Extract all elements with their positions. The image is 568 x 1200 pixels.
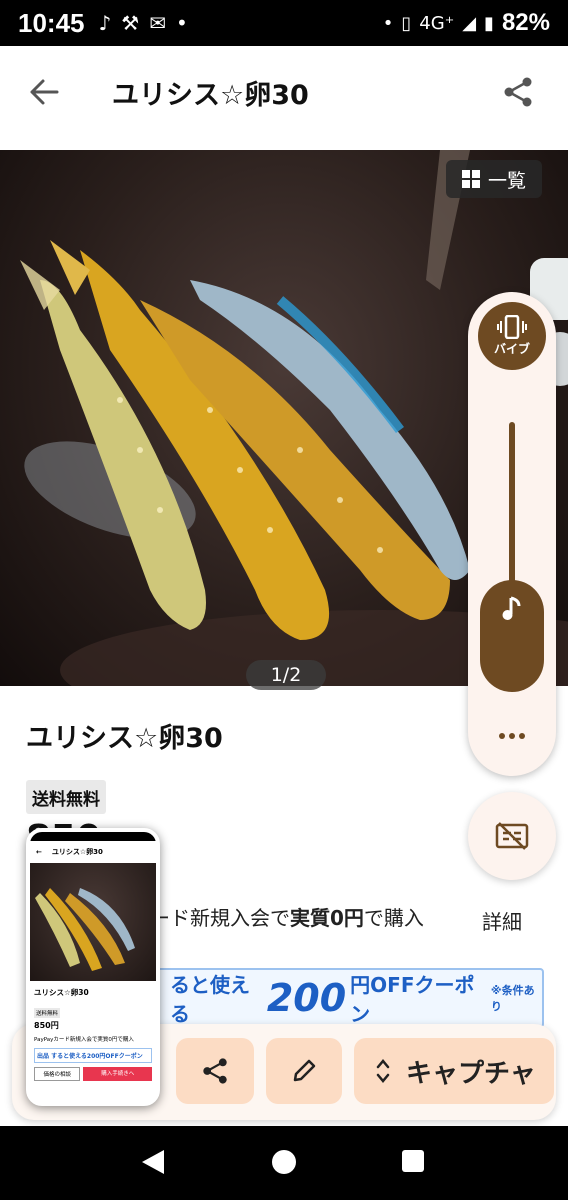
battery-icon: ▮ xyxy=(484,12,494,34)
thumbnail-buy-button: 購入手続きへ xyxy=(83,1067,152,1081)
coupon-amount: 200 xyxy=(266,976,347,1020)
vibrate-icon xyxy=(497,315,527,339)
promo-detail-link[interactable]: 詳細 xyxy=(482,906,522,935)
captions-off-icon xyxy=(495,822,529,850)
music-note-icon xyxy=(502,596,521,620)
back-arrow-icon xyxy=(30,79,59,105)
product-title: ユリシス☆卵30 xyxy=(26,723,223,754)
status-time: 10:45 xyxy=(18,7,85,38)
promo-pre: ード新規入会で xyxy=(150,906,290,930)
thumbnail-fish-photo xyxy=(35,888,135,971)
scroll-capture-label: キャプチャ xyxy=(406,1058,536,1089)
back-button[interactable] xyxy=(14,62,74,122)
grid-icon xyxy=(461,170,480,188)
grid-button-label: 一覧 xyxy=(487,169,526,192)
live-caption-button[interactable] xyxy=(468,792,556,880)
coupon-note: ※条件あり xyxy=(490,984,535,1013)
volume-slider-thumb[interactable] xyxy=(480,580,544,692)
thumbnail-coupon: 出品 すると使える200円OFFクーポン xyxy=(34,1048,152,1063)
vibrate-status-icon: ▯ xyxy=(401,12,412,34)
volume-more-button[interactable] xyxy=(492,726,532,746)
app-bar: ユリシス☆卵30 xyxy=(0,46,568,138)
image-page-indicator: 1/2 xyxy=(246,660,326,690)
thumbnail-app-bar: ← ユリシス☆卵30 xyxy=(30,841,156,863)
tiktok-icon: ♪ xyxy=(98,11,112,35)
thumbnail-status-bar xyxy=(30,832,156,841)
thumbnail-buttons: 価格の相談 購入手続きへ xyxy=(30,1065,156,1083)
dot-icon: • xyxy=(382,12,394,34)
more-dots-icon xyxy=(499,733,525,739)
thumbnail-badge: 送料無料 xyxy=(34,1008,61,1018)
coupon-text-a: ると使える xyxy=(170,973,250,1026)
thumbnail-price: 850円 xyxy=(34,1021,59,1030)
battery-percent: 82% xyxy=(501,9,550,36)
thumbnail-image xyxy=(30,863,156,981)
signal-icon: ◢ xyxy=(462,12,477,34)
screenshot-edit-button[interactable] xyxy=(266,1038,342,1104)
share-button[interactable] xyxy=(490,64,546,120)
ringer-mode-button[interactable]: バイブ xyxy=(478,302,546,370)
system-nav-bar xyxy=(0,1126,568,1200)
pencil-icon xyxy=(293,1059,316,1082)
thumbnail-nav-bar xyxy=(30,1092,156,1102)
share-icon xyxy=(504,77,532,107)
promo-bold: 実質0円 xyxy=(290,906,364,930)
scroll-capture-button[interactable]: キャプチャ xyxy=(354,1038,554,1104)
status-bar: 10:45 ♪ ⚒ ✉ • • ▯ 4G⁺ ◢ ▮ 82% xyxy=(0,0,568,46)
volume-slider-track[interactable] xyxy=(509,422,515,602)
network-label: 4G⁺ xyxy=(419,12,455,34)
paypay-promo-text: ード新規入会で実質0円で購入 xyxy=(150,902,424,931)
screenshot-thumbnail[interactable]: ← ユリシス☆卵30 ユリシス☆卵30 送料無料 850円 PayPayカード新… xyxy=(26,828,160,1106)
thumbnail-promo: PayPayカード新規入会で実質0円で購入 xyxy=(34,1037,134,1043)
nav-back-icon[interactable] xyxy=(140,1148,166,1176)
coupon-text-c: 円OFFクーポン xyxy=(350,973,475,1026)
dot-icon: • xyxy=(175,11,188,35)
nav-recents-icon[interactable] xyxy=(402,1150,424,1172)
thumbnail-product-title: ユリシス☆卵30 xyxy=(34,988,89,997)
thumbnail-offer-button: 価格の相談 xyxy=(34,1067,81,1081)
thumbnail-title: ユリシス☆卵30 xyxy=(51,848,103,856)
thumbnail-back-icon: ← xyxy=(36,848,42,856)
mail-icon: ✉ xyxy=(149,11,166,35)
volume-panel: バイブ xyxy=(468,292,556,776)
nav-home-icon[interactable] xyxy=(272,1150,296,1174)
gavel-icon: ⚒ xyxy=(121,11,140,35)
expand-icon xyxy=(376,1059,390,1083)
screenshot-share-button[interactable] xyxy=(176,1038,254,1104)
shipping-badge: 送料無料 xyxy=(26,780,106,814)
ringer-mode-label: バイブ xyxy=(493,342,530,356)
coupon-banner[interactable]: ると使える 200 円OFFクーポン ※条件あり xyxy=(150,968,544,1028)
screen: 10:45 ♪ ⚒ ✉ • • ▯ 4G⁺ ◢ ▮ 82% ユリシス☆卵30 一… xyxy=(0,0,568,1200)
gallery-grid-button[interactable]: 一覧 xyxy=(446,160,542,198)
system-icons: • ▯ 4G⁺ ◢ ▮ 82% xyxy=(383,9,550,37)
share-icon xyxy=(203,1058,227,1084)
promo-post: で購入 xyxy=(363,906,424,930)
notification-icons: ♪ ⚒ ✉ • xyxy=(99,11,188,35)
page-title: ユリシス☆卵30 xyxy=(112,79,309,111)
